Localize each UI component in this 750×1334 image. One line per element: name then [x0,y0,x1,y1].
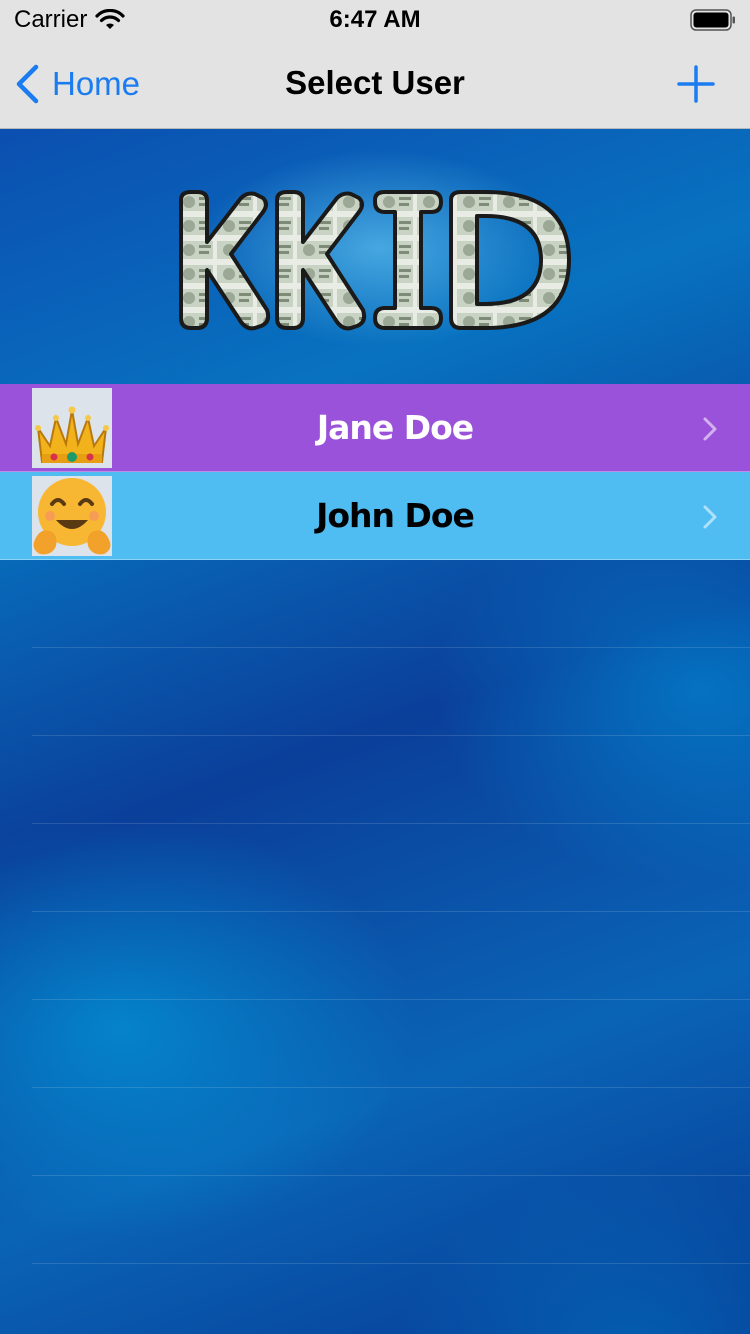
avatar [32,476,112,556]
row-separator [32,1087,750,1175]
status-time: 6:47 AM [329,6,421,33]
hugging-face-icon [33,478,111,555]
row-separator [32,647,750,735]
row-separator [32,911,750,999]
empty-row-separators [32,647,750,1334]
kkid-logo [179,190,571,331]
chevron-right-icon [703,417,717,441]
user-name: Jane Doe [316,408,474,447]
crown-icon [35,406,109,463]
add-user-button[interactable] [676,64,716,104]
user-row-jane-doe[interactable]: Jane Doe [0,384,750,472]
navigation-bar: Home Select User [0,40,750,128]
status-bar: Carrier 6:47 AM [0,0,750,40]
top-bar: Carrier 6:47 AM Home Select User [0,0,750,129]
avatar [32,388,112,468]
screen: Carrier 6:47 AM Home Select User Jane Do… [0,0,750,1334]
battery-icon [690,9,735,31]
row-separator [32,1175,750,1263]
row-separator [32,999,750,1087]
user-row-john-doe[interactable]: John Doe [0,472,750,560]
chevron-right-icon [703,505,717,529]
logo-banner [0,128,750,384]
user-list: Jane Doe John Doe [0,384,750,560]
page-title: Select User [285,64,465,101]
row-separator [32,823,750,911]
user-name: John Doe [316,496,475,535]
row-separator [32,1263,750,1334]
row-separator [32,735,750,823]
